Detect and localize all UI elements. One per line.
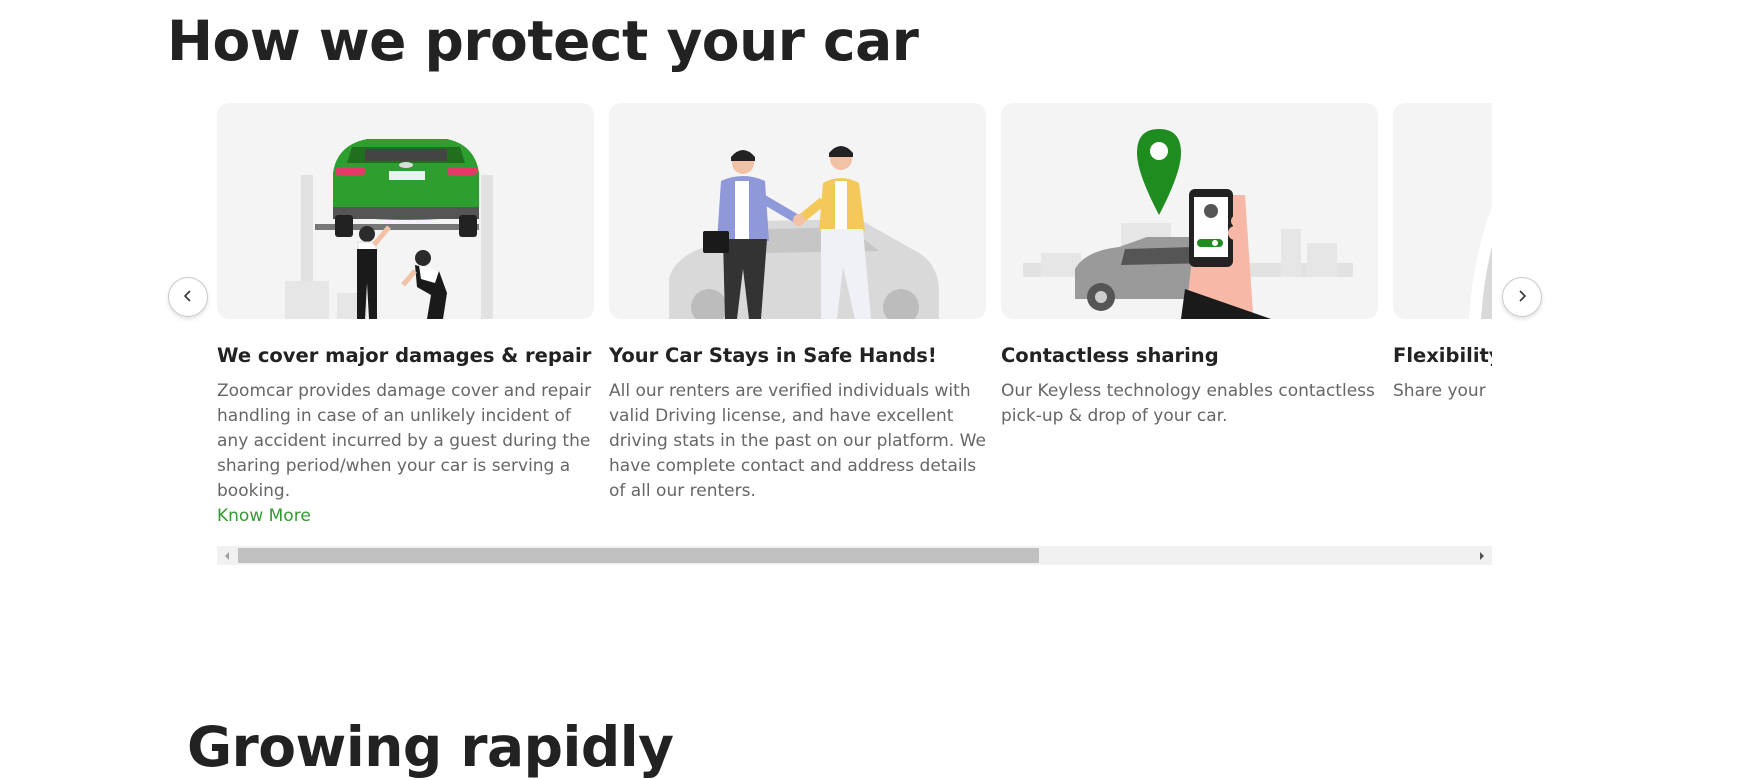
chevron-left-icon: [181, 288, 195, 307]
card-title: Contactless sharing: [1001, 344, 1219, 367]
card-description: Share your c your usage a: [1393, 381, 1492, 401]
feature-card: Flexibility Share your c your usage a: [1393, 103, 1492, 529]
card-description: Zoomcar provides damage cover and repair…: [217, 381, 592, 501]
chevron-right-icon: [1515, 288, 1529, 307]
card-title: Your Car Stays in Safe Hands!: [609, 344, 937, 367]
carousel-next-button[interactable]: [1502, 277, 1542, 317]
feature-card: We cover major damages & repair Zoomcar …: [217, 103, 594, 529]
horizontal-scrollbar[interactable]: [217, 546, 1492, 565]
feature-carousel[interactable]: We cover major damages & repair Zoomcar …: [217, 103, 1492, 565]
know-more-link[interactable]: Know More: [217, 504, 311, 529]
carousel-prev-button[interactable]: [168, 277, 208, 317]
next-section-title: Growing rapidly: [187, 715, 674, 779]
scrollbar-thumb[interactable]: [238, 548, 1039, 563]
section-title: How we protect your car: [167, 9, 919, 73]
car-repair-illustration: [217, 103, 594, 319]
card-title: Flexibility: [1393, 344, 1492, 367]
keyless-phone-illustration: [1001, 103, 1378, 319]
scroll-left-arrow[interactable]: [217, 546, 237, 565]
card-description: Our Keyless technology enables contactle…: [1001, 381, 1375, 426]
scroll-right-arrow[interactable]: [1472, 546, 1492, 565]
page: How we protect your car We cover major d…: [0, 0, 1755, 780]
card-description: All our renters are verified individuals…: [609, 381, 986, 501]
carousel-track: We cover major damages & repair Zoomcar …: [217, 103, 1492, 529]
feature-card: Your Car Stays in Safe Hands! All our re…: [609, 103, 986, 529]
flexibility-illustration: [1393, 103, 1492, 319]
handshake-illustration: [609, 103, 986, 319]
feature-card: Contactless sharing Our Keyless technolo…: [1001, 103, 1378, 529]
card-title: We cover major damages & repair: [217, 344, 592, 367]
